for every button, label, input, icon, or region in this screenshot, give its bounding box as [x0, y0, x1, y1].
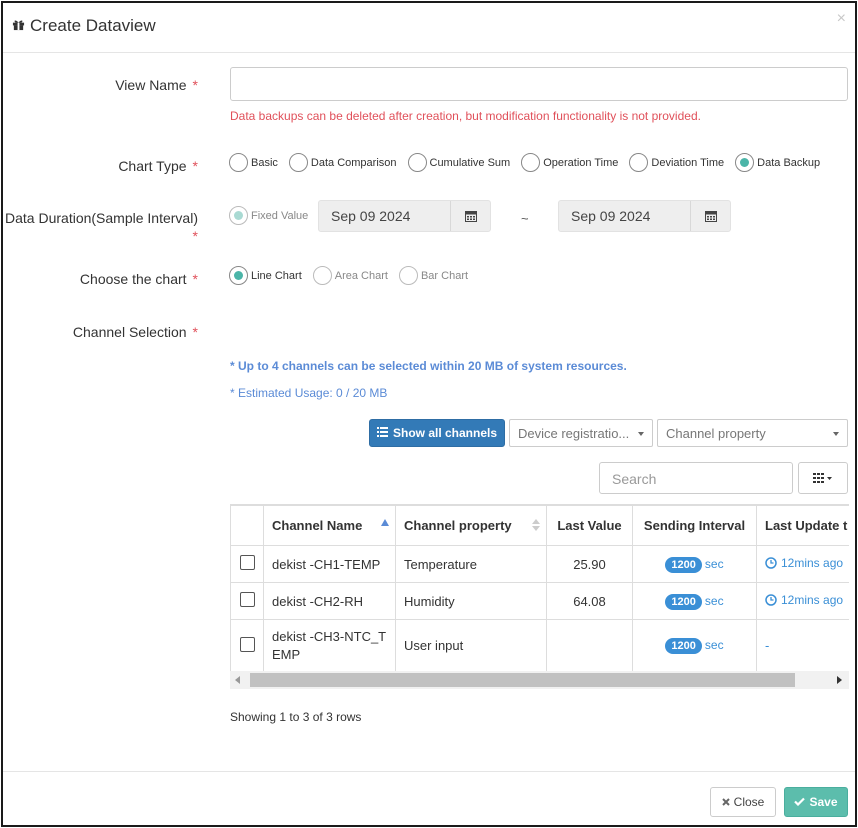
dialog-header: Create Dataview × — [3, 3, 855, 53]
row-checkbox[interactable] — [239, 636, 255, 652]
row-checkbox[interactable] — [239, 555, 255, 570]
column-sending-interval[interactable]: Sending Interval — [632, 505, 757, 546]
view-name-label: View Name * — [115, 77, 198, 93]
chart-bar[interactable]: Bar Chart — [398, 266, 468, 285]
chart-type-data-comparison[interactable]: Data Comparison — [288, 153, 397, 172]
channel-property-cell: Temperature — [395, 545, 547, 583]
chart-line[interactable]: Line Chart — [229, 266, 302, 285]
sort-asc-icon — [381, 519, 389, 526]
row-checkbox[interactable] — [239, 592, 255, 607]
chart-type-operation-time[interactable]: Operation Time — [521, 153, 618, 172]
calendar-icon[interactable] — [690, 201, 730, 231]
table-row[interactable]: dekist -CH1-TEMP Temperature 25.90 1200 s… — [230, 545, 849, 583]
backup-warning: Data backups can be deleted after creati… — [230, 109, 701, 123]
chevron-down-icon — [638, 432, 644, 436]
scroll-right-icon[interactable] — [837, 676, 842, 684]
chart-type-basic[interactable]: Basic — [229, 153, 278, 172]
column-channel-name[interactable]: Channel Name — [263, 505, 396, 546]
list-icon — [376, 426, 388, 440]
chart-type-label: Chart Type * — [118, 158, 198, 174]
chart-type-deviation-time[interactable]: Deviation Time — [629, 153, 724, 172]
scrollbar-thumb[interactable] — [250, 673, 795, 687]
device-registration-select[interactable]: Device registratio... — [509, 419, 653, 447]
search-input[interactable]: Search — [599, 462, 793, 494]
fixed-value-option[interactable]: Fixed Value — [229, 206, 308, 225]
last-value-cell: 64.08 — [546, 582, 633, 620]
channel-selection-label: Channel Selection * — [72, 324, 198, 340]
start-date-picker[interactable]: Sep 09 2024 — [318, 200, 491, 232]
sending-interval-cell: 1200 sec — [632, 619, 757, 671]
channel-property-cell: Humidity — [395, 582, 547, 620]
sort-icon — [532, 519, 540, 531]
horizontal-scrollbar[interactable] — [230, 671, 849, 689]
create-dataview-dialog: Create Dataview × View Name * Data backup… — [1, 1, 857, 827]
check-icon — [794, 795, 806, 809]
chevron-down-icon — [833, 432, 839, 436]
last-update-cell: 12mins ago — [756, 582, 849, 620]
close-button[interactable]: Close — [710, 787, 776, 817]
close-icon[interactable]: × — [837, 10, 846, 28]
column-last-update[interactable]: Last Update t — [756, 505, 849, 546]
scroll-left-icon[interactable] — [235, 676, 240, 684]
grid-icon — [813, 471, 833, 486]
chart-type-data-backup[interactable]: Data Backup — [735, 153, 820, 172]
channel-property-select[interactable]: Channel property — [657, 419, 848, 447]
last-update-cell: 12mins ago — [756, 545, 849, 583]
sending-interval-cell: 1200 sec — [632, 582, 757, 620]
end-date-picker[interactable]: Sep 09 2024 — [558, 200, 731, 232]
choose-chart-group: Line Chart Area Chart Bar Chart — [229, 266, 479, 285]
channel-name-cell: dekist -CH2-RH — [263, 582, 396, 620]
gift-icon — [12, 18, 26, 32]
column-channel-property[interactable]: Channel property — [395, 505, 547, 546]
close-icon — [721, 795, 730, 809]
table-header-row: Channel Name Channel property Last Value… — [230, 505, 849, 546]
channel-name-cell: dekist -CH1-TEMP — [263, 545, 396, 583]
last-value-cell — [546, 619, 633, 671]
table-row[interactable]: dekist -CH3-NTC_TEMP User input 1200 sec … — [230, 619, 849, 671]
last-value-cell: 25.90 — [546, 545, 633, 583]
chart-area[interactable]: Area Chart — [312, 266, 388, 285]
column-last-value[interactable]: Last Value — [546, 505, 633, 546]
dialog-title: Create Dataview — [30, 16, 156, 35]
chart-type-cumulative-sum[interactable]: Cumulative Sum — [407, 153, 510, 172]
calendar-icon[interactable] — [450, 201, 490, 231]
channel-limit-info: * Up to 4 channels can be selected withi… — [230, 359, 627, 373]
data-duration-label: Data Duration(Sample Interval) * — [5, 210, 198, 244]
table-row[interactable]: dekist -CH2-RH Humidity 64.08 1200 sec 12… — [230, 582, 849, 620]
chart-type-group: Basic Data Comparison Cumulative Sum Ope… — [229, 153, 831, 172]
channel-name-cell: dekist -CH3-NTC_TEMP — [263, 619, 396, 671]
select-all-header — [230, 505, 264, 546]
channel-property-cell: User input — [395, 619, 547, 671]
channel-table: Channel Name Channel property Last Value… — [230, 504, 849, 671]
view-name-input[interactable] — [230, 67, 848, 101]
column-toggle-button[interactable] — [798, 462, 848, 494]
show-all-channels-button[interactable]: Show all channels — [369, 419, 505, 447]
date-range-separator: ~ — [521, 211, 529, 226]
choose-chart-label: Choose the chart * — [79, 271, 198, 287]
clock-icon — [765, 594, 777, 606]
sending-interval-cell: 1200 sec — [632, 545, 757, 583]
estimated-usage: * Estimated Usage: 0 / 20 MB — [230, 386, 388, 400]
pagination-info: Showing 1 to 3 of 3 rows — [230, 710, 362, 724]
save-button[interactable]: Save — [784, 787, 848, 817]
clock-icon — [765, 557, 777, 569]
last-update-cell: - — [756, 619, 849, 671]
